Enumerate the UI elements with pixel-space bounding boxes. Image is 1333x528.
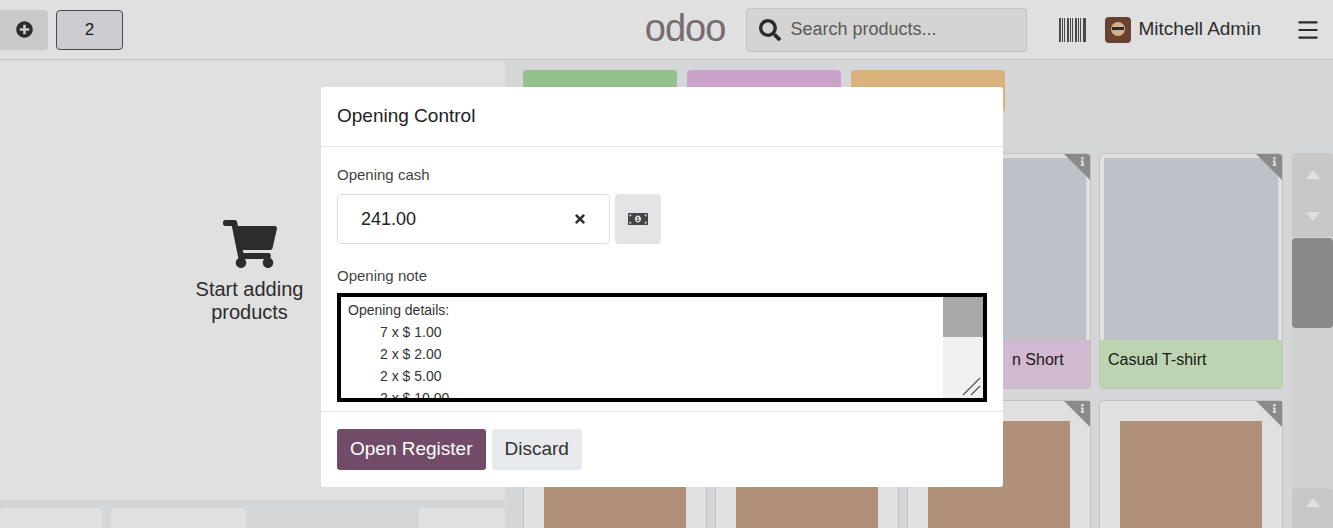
note-label: Opening note xyxy=(337,267,987,285)
discard-button[interactable]: Discard xyxy=(492,429,582,470)
note-line: 2 x $ 2.00 xyxy=(348,343,943,365)
resize-handle-icon[interactable] xyxy=(961,376,981,396)
opening-control-dialog: Opening ControlOpening cash241.00Opening… xyxy=(321,87,1003,487)
cash-label: Opening cash xyxy=(337,166,987,184)
money-details-button[interactable] xyxy=(615,194,661,244)
note-line: 7 x $ 1.00 xyxy=(348,321,943,343)
note-line: 2 x $ 10.00 xyxy=(348,387,943,398)
note-line: Opening details: xyxy=(348,299,943,321)
money-icon xyxy=(628,211,648,227)
note-textarea[interactable]: Opening details:7 x $ 1.002 x $ 2.002 x … xyxy=(337,293,987,402)
dialog-footer: Open RegisterDiscard xyxy=(321,411,1003,487)
note-line: 2 x $ 5.00 xyxy=(348,365,943,387)
dialog-body: Opening cash 241.00 Opening note Opening de… xyxy=(321,147,1003,411)
textarea-scroll-thumb[interactable] xyxy=(943,297,983,337)
clear-icon[interactable] xyxy=(573,212,587,226)
dialog-header: Opening Control xyxy=(321,87,1003,147)
open-register-button[interactable]: Open Register xyxy=(337,429,486,470)
pos-screen: 2odooSearch products...Mitchell AdminSta… xyxy=(0,0,1333,528)
textarea-scrollbar[interactable] xyxy=(943,297,983,398)
cash-input[interactable]: 241.00 xyxy=(337,194,610,244)
